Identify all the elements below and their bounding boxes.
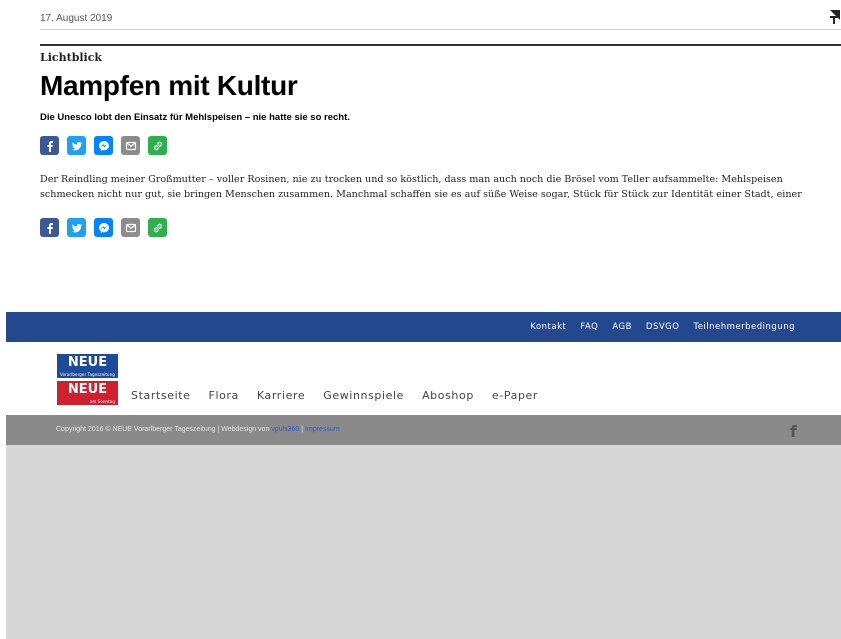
footer-link-faq[interactable]: FAQ <box>580 322 598 332</box>
mail-icon <box>125 223 136 232</box>
share-facebook-button[interactable] <box>40 136 59 155</box>
share-mail-button[interactable] <box>121 136 140 155</box>
article-divider <box>40 44 841 46</box>
menu-item-startseite[interactable]: Startseite <box>131 389 191 402</box>
footer-nav-bar: Kontakt FAQ AGB DSVGO Teilnehmerbedingun… <box>6 312 841 342</box>
menu-item-aboshop[interactable]: Aboshop <box>422 389 474 402</box>
share-bar-top <box>40 136 167 155</box>
share-bar-bottom <box>40 218 167 237</box>
facebook-icon <box>47 140 53 152</box>
logo-word: NEUE <box>67 355 108 370</box>
main-menu: Startseite Flora Karriere Gewinnspiele A… <box>131 389 538 402</box>
footer-link-kontakt[interactable]: Kontakt <box>530 322 566 332</box>
facebook-icon[interactable]: f <box>790 422 797 441</box>
logo-neue-am-sonntag: NEUE am Sonntag <box>57 381 118 405</box>
share-twitter-button[interactable] <box>67 136 86 155</box>
copyright-label: Copyright 2016 © NEUE Vorarlberger Tages… <box>56 426 272 433</box>
copyright-bar: Copyright 2016 © NEUE Vorarlberger Tages… <box>6 415 841 445</box>
footer-links: Kontakt FAQ AGB DSVGO Teilnehmerbedingun… <box>530 322 795 332</box>
facebook-icon <box>47 222 53 234</box>
logo-neue-tageszeitung: NEUE Vorarlberger Tageszeitung <box>57 354 118 378</box>
menu-item-karriere[interactable]: Karriere <box>257 389 305 402</box>
logo-tagline: Vorarlberger Tageszeitung <box>60 372 115 377</box>
top-bar: 17. August 2019 <box>40 0 841 30</box>
pin-icon[interactable] <box>827 9 841 25</box>
copyright-text: Copyright 2016 © NEUE Vorarlberger Tages… <box>56 426 340 433</box>
twitter-icon <box>71 141 82 150</box>
mail-icon <box>125 141 136 150</box>
menu-item-flora[interactable]: Flora <box>209 389 239 402</box>
share-twitter-button[interactable] <box>67 218 86 237</box>
page-background-area <box>6 445 841 639</box>
article-body: Der Reindling meiner Großmutter – voller… <box>40 174 802 200</box>
share-mail-button[interactable] <box>121 218 140 237</box>
impressum-link[interactable]: Impressum <box>305 426 340 433</box>
share-facebook-button[interactable] <box>40 218 59 237</box>
neue-logo[interactable]: NEUE Vorarlberger Tageszeitung NEUE am S… <box>57 354 118 405</box>
messenger-icon <box>98 222 109 233</box>
link-icon <box>153 223 162 232</box>
link-icon <box>153 141 162 150</box>
messenger-icon <box>98 140 109 151</box>
share-messenger-button[interactable] <box>94 218 113 237</box>
twitter-icon <box>71 223 82 232</box>
share-link-button[interactable] <box>148 218 167 237</box>
share-link-button[interactable] <box>148 136 167 155</box>
article-headline: Mampfen mit Kultur <box>40 70 298 101</box>
agency-link[interactable]: vpuls360 <box>271 426 299 433</box>
logo-tagline: am Sonntag <box>89 399 115 404</box>
article-subtitle: Die Unesco lobt den Einsatz für Mehlspei… <box>40 112 350 123</box>
footer-link-agb[interactable]: AGB <box>612 322 632 332</box>
footer-link-dsvgo[interactable]: DSVGO <box>646 322 680 332</box>
menu-item-epaper[interactable]: e-Paper <box>492 389 538 402</box>
footer-link-teilnehmerbedingung[interactable]: Teilnehmerbedingung <box>693 322 795 332</box>
share-messenger-button[interactable] <box>94 136 113 155</box>
menu-item-gewinnspiele[interactable]: Gewinnspiele <box>323 389 404 402</box>
logo-word: NEUE <box>67 382 108 397</box>
date-label: 17. August 2019 <box>40 13 113 24</box>
article-kicker: Lichtblick <box>40 51 103 64</box>
